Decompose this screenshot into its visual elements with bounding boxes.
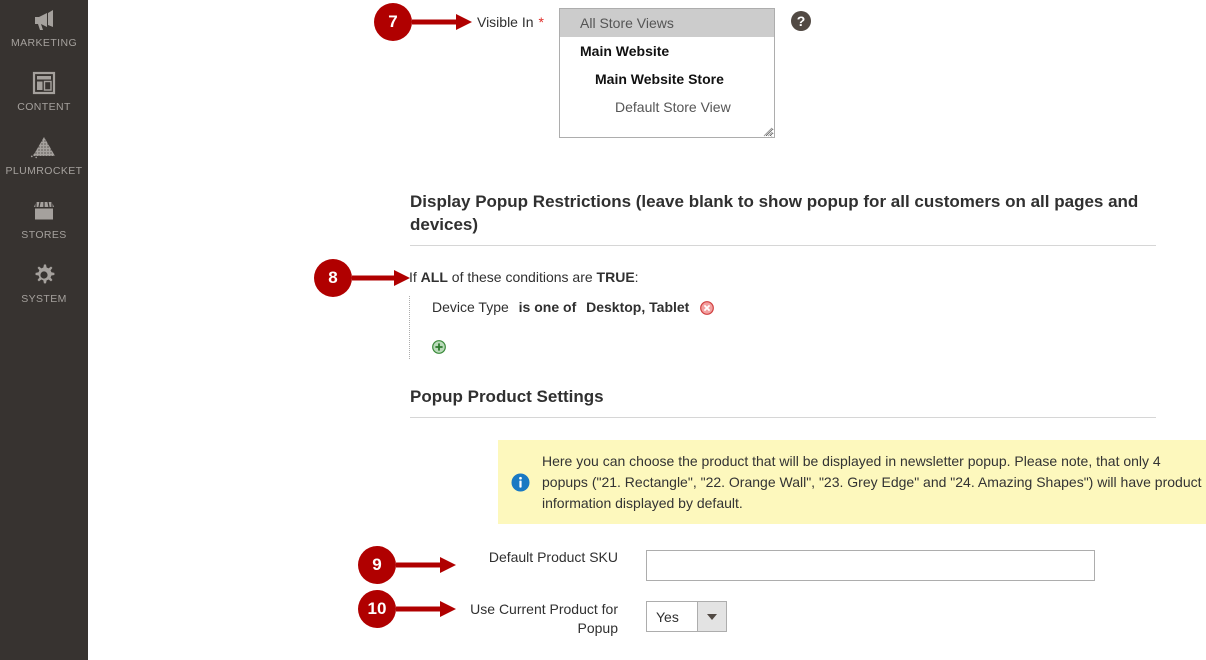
sidebar-item-label: MARKETING bbox=[10, 37, 78, 49]
conditions-aggregator[interactable]: ALL bbox=[421, 269, 448, 285]
option-main-website[interactable]: Main Website bbox=[560, 37, 774, 65]
sidebar-item-content[interactable]: CONTENT bbox=[0, 64, 88, 128]
select-value: Yes bbox=[656, 608, 679, 625]
annotation-arrow-icon bbox=[352, 259, 412, 297]
sidebar-item-label: SYSTEM bbox=[21, 293, 67, 305]
required-asterisk: * bbox=[538, 14, 544, 30]
default-product-sku-input[interactable] bbox=[646, 550, 1095, 581]
condition-attribute[interactable]: Device Type bbox=[432, 299, 509, 315]
annotation-badge: 9 bbox=[358, 546, 396, 584]
visible-in-multiselect[interactable]: All Store Views Main Website Main Websit… bbox=[559, 8, 775, 138]
conditions-list: Device Type is one of Desktop, Tablet bbox=[409, 296, 929, 359]
conditions-intro: If ALL of these conditions are TRUE: bbox=[409, 268, 929, 287]
use-current-product-select[interactable]: Yes bbox=[646, 601, 727, 632]
admin-sidebar: MARKETING CONTENT PLUMROCKET STORES SYST… bbox=[0, 0, 88, 660]
option-all-store-views[interactable]: All Store Views bbox=[560, 9, 774, 37]
resize-grip-icon bbox=[761, 124, 773, 137]
option-default-store-view[interactable]: Default Store View bbox=[560, 93, 774, 121]
sidebar-item-system[interactable]: SYSTEM bbox=[0, 256, 88, 320]
megaphone-icon bbox=[29, 4, 59, 34]
product-settings-heading: Popup Product Settings bbox=[410, 387, 604, 406]
restrictions-heading: Display Popup Restrictions (leave blank … bbox=[410, 192, 1139, 234]
pyramid-icon bbox=[29, 132, 59, 162]
question-mark-icon[interactable]: ? bbox=[790, 10, 812, 32]
condition-row: Device Type is one of Desktop, Tablet bbox=[428, 296, 929, 320]
sidebar-item-plumrocket[interactable]: PLUMROCKET bbox=[0, 128, 88, 192]
annotation-step-10: 10 bbox=[358, 590, 458, 628]
conditions-value[interactable]: TRUE bbox=[597, 269, 635, 285]
storefront-icon bbox=[29, 196, 59, 226]
annotation-step-8: 8 bbox=[314, 259, 412, 297]
annotation-arrow-icon bbox=[396, 546, 458, 584]
product-settings-notice: Here you can choose the product that wil… bbox=[498, 440, 1206, 524]
gear-icon bbox=[29, 260, 59, 290]
sidebar-item-stores[interactable]: STORES bbox=[0, 192, 88, 256]
info-icon bbox=[498, 473, 542, 492]
use-current-product-label: Use Current Product for Popup bbox=[470, 601, 618, 636]
add-condition-row[interactable] bbox=[428, 320, 929, 359]
option-main-website-store[interactable]: Main Website Store bbox=[560, 65, 774, 93]
annotation-step-9: 9 bbox=[358, 546, 458, 584]
restrictions-divider bbox=[410, 245, 1156, 246]
condition-value[interactable]: Desktop, Tablet bbox=[586, 299, 689, 315]
product-settings-divider bbox=[410, 417, 1156, 418]
visible-in-label: Visible In bbox=[476, 14, 534, 30]
add-circle-icon[interactable] bbox=[432, 340, 446, 359]
condition-operator[interactable]: is one of bbox=[519, 299, 577, 315]
form-content-area: 7 Visible In * All Store Views Main Websi… bbox=[88, 0, 1206, 660]
annotation-badge: 10 bbox=[358, 590, 396, 628]
sidebar-item-label: CONTENT bbox=[17, 101, 71, 113]
visible-in-label-wrap: Visible In * bbox=[378, 13, 544, 32]
annotation-arrow-icon bbox=[396, 590, 458, 628]
conditions-block: If ALL of these conditions are TRUE: Dev… bbox=[409, 268, 929, 359]
chevron-down-icon[interactable] bbox=[697, 602, 726, 631]
sidebar-item-label: PLUMROCKET bbox=[5, 165, 83, 177]
annotation-badge: 8 bbox=[314, 259, 352, 297]
layout-icon bbox=[29, 68, 59, 98]
remove-circle-icon[interactable] bbox=[700, 301, 715, 320]
svg-text:?: ? bbox=[797, 13, 806, 29]
conditions-intro-middle: of these conditions are bbox=[451, 269, 593, 285]
notice-text: Here you can choose the product that wil… bbox=[542, 452, 1202, 511]
conditions-intro-suffix: : bbox=[634, 269, 639, 285]
default-sku-label: Default Product SKU bbox=[488, 549, 618, 565]
conditions-intro-prefix: If bbox=[409, 269, 417, 285]
sidebar-item-label: STORES bbox=[21, 229, 67, 241]
sidebar-item-marketing[interactable]: MARKETING bbox=[0, 0, 88, 64]
